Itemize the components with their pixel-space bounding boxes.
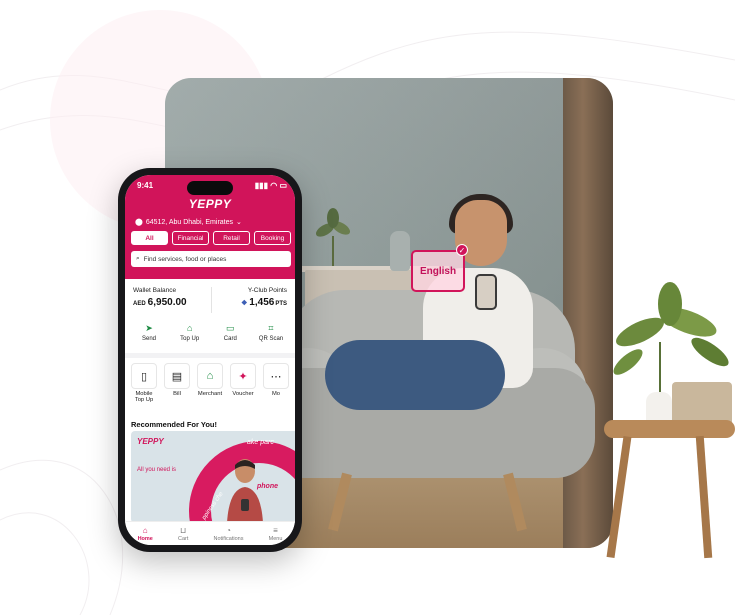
cart-icon: ⊔ bbox=[180, 525, 187, 535]
nav-menu[interactable]: ≡ Menu bbox=[269, 526, 283, 542]
points-value: 1,456 bbox=[249, 297, 275, 308]
merchant-icon: ⌂ bbox=[197, 363, 223, 389]
service-label: Merchant bbox=[197, 391, 223, 397]
action-label: Send bbox=[141, 336, 156, 342]
section-separator bbox=[125, 353, 295, 358]
top-up-icon: ⌂ bbox=[186, 323, 193, 333]
held-phone bbox=[475, 274, 497, 310]
nav-notifications[interactable]: ◔ Notifications bbox=[214, 526, 244, 542]
status-time: 9:41 bbox=[137, 181, 154, 190]
service-voucher[interactable]: ✦ Voucher bbox=[230, 363, 256, 407]
banner-text: All you need is bbox=[137, 467, 177, 473]
service-more[interactable]: ⋯ Mo bbox=[263, 363, 289, 407]
location-pin-icon: ⬤ bbox=[135, 219, 143, 226]
nav-label: Menu bbox=[268, 535, 283, 542]
check-icon: ✓ bbox=[456, 244, 468, 256]
action-label: Card bbox=[223, 336, 237, 342]
category-tabs: All Financial Retail Booking bbox=[131, 231, 291, 245]
points-label: Y-Club Points bbox=[247, 287, 287, 294]
bell-icon: ◔ bbox=[226, 525, 231, 535]
banner-arc-text: ake parc bbox=[247, 439, 274, 446]
curtain bbox=[563, 78, 613, 548]
banner-logo: YEPPY bbox=[137, 437, 164, 446]
banner-person bbox=[227, 459, 263, 523]
search-placeholder: Find services, food or places bbox=[143, 255, 227, 263]
wifi-icon: ◠ bbox=[270, 181, 278, 190]
services-row: ▯ Mobile Top Up ▤ Bill ⌂ Merchant ✦ Voucher … bbox=[131, 363, 295, 407]
nav-cart[interactable]: ⊔ Cart bbox=[178, 526, 188, 542]
recommended-heading: Recommended For You! bbox=[131, 420, 217, 429]
potted-plant-icon bbox=[613, 282, 729, 392]
signal-icon: ▮▮▮ bbox=[254, 181, 268, 190]
service-label: Mobile Top Up bbox=[134, 391, 154, 403]
language-label: English bbox=[419, 265, 457, 277]
bill-icon: ▤ bbox=[164, 363, 190, 389]
tab-all[interactable]: All bbox=[131, 231, 168, 245]
voucher-icon: ✦ bbox=[230, 363, 256, 389]
service-merchant[interactable]: ⌂ Merchant bbox=[197, 363, 223, 407]
action-label: Top Up bbox=[180, 336, 200, 342]
top-up-button[interactable]: ⌂ Top Up bbox=[170, 323, 210, 347]
nav-label: Notifications bbox=[213, 535, 244, 542]
app-header: 9:41 ▮▮▮ ◠ ▭ YEPPY ⬤ 64512, Abu Dhabi, E… bbox=[125, 175, 295, 279]
wallet-amount: 6,950.00 bbox=[147, 297, 187, 308]
card-icon: ▭ bbox=[226, 323, 235, 333]
location-selector[interactable]: ⬤ 64512, Abu Dhabi, Emirates ⌄ bbox=[135, 216, 285, 228]
search-input[interactable]: ⌕ Find services, food or places bbox=[131, 251, 291, 267]
dynamic-island bbox=[187, 181, 233, 195]
send-button[interactable]: ➤ Send bbox=[129, 323, 169, 347]
service-label: Mo bbox=[271, 391, 281, 397]
menu-icon: ≡ bbox=[273, 525, 278, 535]
language-tag[interactable]: English bbox=[411, 250, 465, 292]
battery-icon: ▭ bbox=[279, 181, 287, 190]
service-bill[interactable]: ▤ Bill bbox=[164, 363, 190, 407]
bottom-navigation: ⌂ Home ⊔ Cart ◔ Notifications ≡ Menu bbox=[125, 521, 295, 545]
mobile-icon: ▯ bbox=[131, 363, 157, 389]
tab-financial[interactable]: Financial bbox=[172, 231, 209, 245]
status-icons: ▮▮▮ ◠ ▭ bbox=[255, 181, 287, 193]
promo-banner[interactable]: YEPPY All you need is ake parc phone ppi… bbox=[131, 431, 295, 523]
phone-screen: 9:41 ▮▮▮ ◠ ▭ YEPPY ⬤ 64512, Abu Dhabi, E… bbox=[125, 175, 295, 545]
wallet-label: Wallet Balance bbox=[133, 287, 177, 294]
chevron-down-icon: ⌄ bbox=[236, 219, 242, 226]
qr-scan-icon: ⌗ bbox=[268, 323, 274, 333]
home-icon: ⌂ bbox=[142, 525, 148, 535]
service-label: Bill bbox=[173, 391, 181, 397]
quick-actions: ➤ Send ⌂ Top Up ▭ Card ⌗ QR Scan bbox=[129, 323, 291, 347]
nav-home[interactable]: ⌂ Home bbox=[138, 526, 153, 542]
app-logo: YEPPY bbox=[188, 197, 232, 211]
send-icon: ➤ bbox=[145, 323, 153, 333]
plant-icon bbox=[315, 208, 351, 266]
currency: AED bbox=[133, 301, 146, 307]
tab-retail[interactable]: Retail bbox=[213, 231, 250, 245]
phone-mockup: 9:41 ▮▮▮ ◠ ▭ YEPPY ⬤ 64512, Abu Dhabi, E… bbox=[118, 168, 302, 552]
more-icon: ⋯ bbox=[263, 363, 289, 389]
service-label: Voucher bbox=[232, 391, 254, 397]
vase bbox=[390, 231, 410, 271]
nav-label: Home bbox=[137, 535, 153, 542]
divider bbox=[211, 287, 212, 313]
yclub-points: Y-Club Points ❖ 1,456PTS bbox=[241, 287, 287, 308]
points-unit: PTS bbox=[275, 301, 287, 307]
nav-label: Cart bbox=[177, 535, 189, 542]
action-label: QR Scan bbox=[258, 336, 284, 342]
service-mobile-top-up[interactable]: ▯ Mobile Top Up bbox=[131, 363, 157, 407]
location-text: 64512, Abu Dhabi, Emirates bbox=[145, 218, 234, 226]
qr-scan-button[interactable]: ⌗ QR Scan bbox=[251, 323, 291, 347]
wallet-summary[interactable]: Wallet Balance AED 6,950.00 Y-Club Points… bbox=[129, 279, 291, 319]
wallet-balance: Wallet Balance AED 6,950.00 bbox=[133, 287, 187, 308]
person-legs bbox=[325, 340, 505, 410]
tab-booking[interactable]: Booking bbox=[254, 231, 291, 245]
search-icon: ⌕ bbox=[136, 255, 140, 262]
card-button[interactable]: ▭ Card bbox=[210, 323, 250, 347]
